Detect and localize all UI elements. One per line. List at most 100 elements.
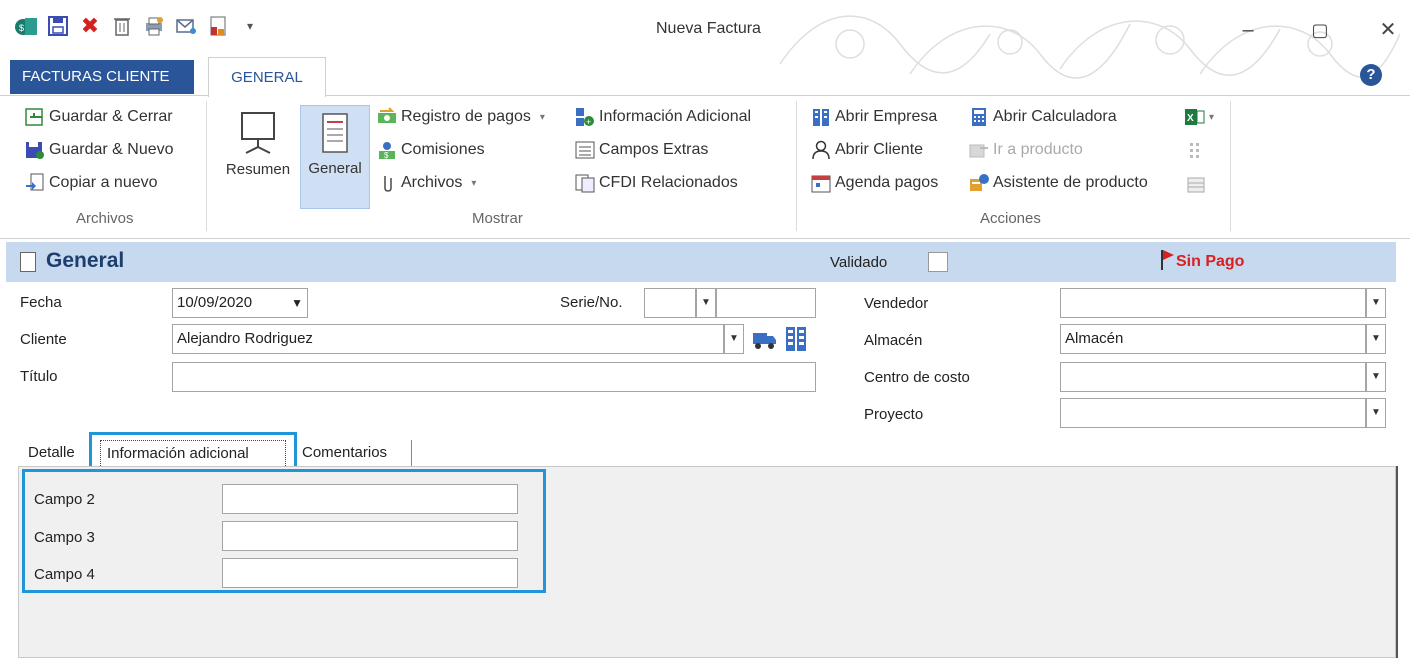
paperclip-icon	[376, 173, 398, 193]
disabled-grid-button[interactable]	[1186, 140, 1208, 160]
informacion-adicional-button[interactable]: + Información Adicional	[574, 107, 751, 127]
tab-comentarios[interactable]: Comentarios	[302, 440, 412, 468]
document-icon	[20, 252, 36, 272]
proyecto-dropdown-icon[interactable]: ▼	[1366, 398, 1386, 428]
svg-text:$: $	[19, 23, 24, 33]
general-section-header: General Validado Sin Pago	[6, 242, 1396, 282]
email-icon[interactable]	[174, 14, 198, 38]
maximize-button[interactable]: ▢	[1306, 16, 1334, 44]
title-bar: $ ✖ ▾ Nueva Factura – ▢ ✕	[0, 0, 1410, 79]
excel-icon: X	[1184, 107, 1206, 127]
registro-pagos-button[interactable]: Registro de pagos ▾	[376, 107, 545, 127]
comisiones-button[interactable]: $ Comisiones	[376, 140, 485, 160]
titulo-label: Título	[20, 368, 58, 385]
dropdown-arrow-icon: ▾	[471, 177, 477, 189]
vendedor-dropdown-icon[interactable]: ▼	[1366, 288, 1386, 318]
svg-text:X: X	[1187, 113, 1194, 124]
proyecto-label: Proyecto	[864, 406, 924, 423]
guardar-cerrar-button[interactable]: Guardar & Cerrar	[24, 107, 173, 127]
close-button[interactable]: ✕	[1374, 16, 1402, 44]
help-icon[interactable]: ?	[1360, 64, 1382, 86]
resumen-button[interactable]: Resumen	[218, 105, 298, 205]
archivos-attachments-button[interactable]: Archivos ▾	[376, 173, 476, 193]
status-badge: Sin Pago	[1176, 253, 1245, 270]
centro-costo-field[interactable]	[1060, 362, 1366, 392]
save-icon[interactable]	[46, 14, 70, 38]
group-label-mostrar: Mostrar	[472, 210, 523, 227]
ribbon: Guardar & Cerrar Guardar & Nuevo Copiar …	[0, 97, 1410, 239]
cliente-label: Cliente	[20, 331, 67, 348]
print-icon[interactable]	[142, 14, 166, 38]
almacen-field[interactable]: Almacén	[1060, 324, 1366, 354]
dropdown-arrow-icon: ▾	[1209, 111, 1215, 123]
tab-facturas-cliente[interactable]: FACTURAS CLIENTE	[10, 60, 194, 94]
ribbon-separator	[206, 101, 207, 231]
calendar-icon	[810, 173, 832, 193]
vendedor-field[interactable]	[1060, 288, 1366, 318]
fecha-label: Fecha	[20, 294, 62, 311]
panel-right-border	[1396, 466, 1398, 658]
minimize-button[interactable]: –	[1234, 16, 1262, 44]
excel-export-button[interactable]: X ▾	[1184, 107, 1214, 127]
dropdown-arrow-icon: ▾	[539, 111, 545, 123]
guardar-nuevo-button[interactable]: Guardar & Nuevo	[24, 140, 174, 160]
red-flag-icon	[1161, 250, 1174, 270]
tab-general[interactable]: GENERAL	[208, 57, 326, 97]
window-title: Nueva Factura	[656, 20, 761, 37]
dropdown-arrow-icon[interactable]: ▼	[291, 289, 303, 317]
product-icon	[968, 140, 990, 160]
wizard-icon	[968, 173, 990, 193]
qat-dropdown-icon[interactable]: ▾	[238, 14, 262, 38]
almacen-label: Almacén	[864, 332, 923, 349]
building-icon[interactable]	[784, 326, 808, 352]
svg-text:+: +	[586, 117, 591, 127]
abrir-empresa-button[interactable]: Abrir Empresa	[810, 107, 937, 127]
fecha-field[interactable]: 10/09/2020 ▼	[172, 288, 308, 318]
fields-icon	[574, 140, 596, 160]
report-icon[interactable]	[206, 14, 230, 38]
delete-x-icon[interactable]: ✖	[78, 13, 102, 38]
numero-field[interactable]	[716, 288, 816, 318]
truck-icon[interactable]	[752, 328, 778, 350]
abrir-calculadora-button[interactable]: Abrir Calculadora	[968, 107, 1117, 127]
almacen-dropdown-icon[interactable]: ▼	[1366, 324, 1386, 354]
save-close-icon	[24, 107, 46, 127]
centro-costo-dropdown-icon[interactable]: ▼	[1366, 362, 1386, 392]
campos-extras-button[interactable]: Campos Extras	[574, 140, 708, 160]
proyecto-field[interactable]	[1060, 398, 1366, 428]
abrir-cliente-button[interactable]: Abrir Cliente	[810, 140, 923, 160]
presentation-board-icon	[238, 111, 278, 155]
serie-label: Serie/No.	[560, 294, 623, 311]
info-add-icon: +	[574, 107, 596, 127]
asistente-producto-button[interactable]: Asistente de producto	[968, 173, 1148, 193]
svg-text:$: $	[384, 151, 389, 160]
validado-label: Validado	[830, 254, 888, 271]
ribbon-separator	[796, 101, 797, 231]
general-view-button[interactable]: General	[300, 105, 370, 209]
building-icon	[810, 107, 832, 127]
titulo-field[interactable]	[172, 362, 816, 392]
validado-checkbox[interactable]	[928, 252, 948, 272]
serie-select[interactable]	[644, 288, 696, 318]
ribbon-separator	[1230, 101, 1231, 231]
fields-highlight-box	[22, 469, 546, 593]
tab-detalle[interactable]: Detalle	[28, 440, 90, 468]
group-label-archivos: Archivos	[76, 210, 134, 227]
trash-icon[interactable]	[110, 14, 134, 38]
person-icon	[810, 140, 832, 160]
ir-producto-button[interactable]: Ir a producto	[968, 140, 1083, 160]
disabled-table-button[interactable]	[1186, 175, 1208, 195]
ribbon-tabs: FACTURAS CLIENTE GENERAL ?	[0, 56, 1410, 97]
app-logo-icon: $	[14, 14, 38, 38]
agenda-pagos-button[interactable]: Agenda pagos	[810, 173, 938, 193]
cfdi-relacionados-button[interactable]: CFDI Relacionados	[574, 173, 738, 193]
serie-dropdown-icon[interactable]: ▼	[696, 288, 716, 318]
copiar-nuevo-button[interactable]: Copiar a nuevo	[24, 173, 158, 193]
save-new-icon	[24, 140, 46, 160]
grid-dots-icon	[1186, 140, 1208, 160]
cliente-field[interactable]: Alejandro Rodriguez	[172, 324, 724, 354]
centro-costo-label: Centro de costo	[864, 369, 970, 386]
cliente-dropdown-icon[interactable]: ▼	[724, 324, 744, 354]
vendedor-label: Vendedor	[864, 295, 929, 312]
section-title: General	[46, 249, 125, 272]
